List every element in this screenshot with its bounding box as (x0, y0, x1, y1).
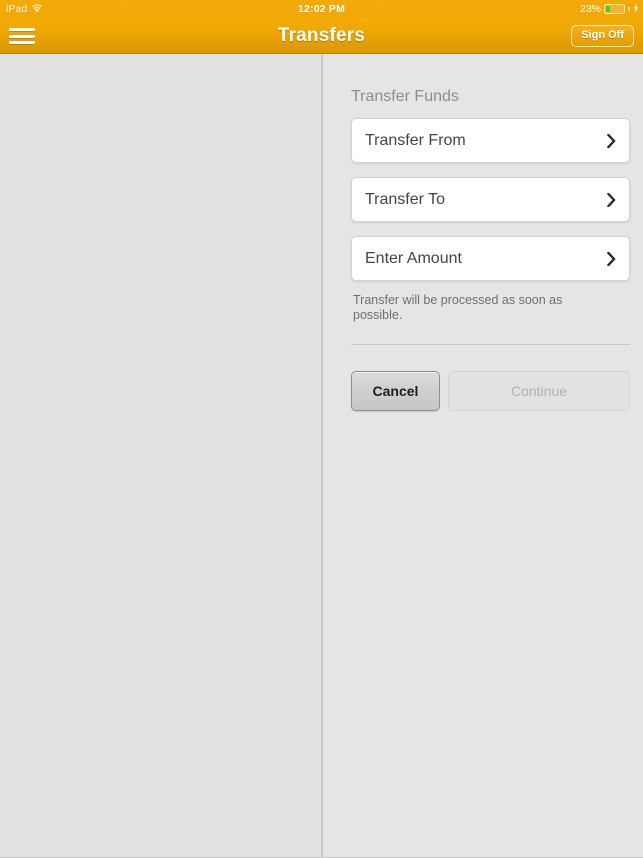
transfer-from-row[interactable]: Transfer From (351, 118, 630, 163)
device-name-label: iPad (6, 3, 28, 15)
content-area: Transfer Funds Transfer From Transfer To (0, 54, 643, 858)
section-divider (351, 344, 630, 345)
transfer-from-label: Transfer From (365, 131, 466, 149)
page-title: Transfers (277, 25, 366, 46)
navigation-bar: Transfers Sign Off (0, 18, 643, 54)
enter-amount-row[interactable]: Enter Amount (351, 236, 630, 281)
chevron-right-icon (607, 251, 629, 266)
transfer-to-row[interactable]: Transfer To (351, 177, 630, 222)
wifi-icon (31, 3, 43, 16)
status-bar-right: 23% (443, 2, 643, 16)
chevron-right-icon (607, 192, 629, 207)
app-window: iPad 12:02 PM 23% Transfers Sign Off Tra… (0, 0, 643, 858)
battery-icon (604, 4, 625, 14)
battery-percent-label: 23% (579, 3, 601, 15)
left-empty-pane (0, 54, 321, 858)
transfer-to-label: Transfer To (365, 190, 446, 208)
transfer-funds-panel: Transfer Funds Transfer From Transfer To (323, 54, 643, 858)
battery-cap-icon (628, 7, 630, 11)
lightning-bolt-icon (633, 2, 639, 16)
cancel-button[interactable]: Cancel (351, 371, 440, 411)
status-bar: iPad 12:02 PM 23% (0, 0, 643, 18)
status-bar-clock: 12:02 PM (297, 3, 346, 15)
section-heading: Transfer Funds (351, 88, 459, 105)
enter-amount-label: Enter Amount (365, 249, 462, 267)
chevron-right-icon (607, 133, 629, 148)
continue-button: Continue (448, 371, 630, 411)
helper-text: Transfer will be processed as soon as po… (353, 293, 563, 322)
status-bar-left: iPad (0, 3, 200, 16)
sign-off-button[interactable]: Sign Off (571, 25, 634, 47)
